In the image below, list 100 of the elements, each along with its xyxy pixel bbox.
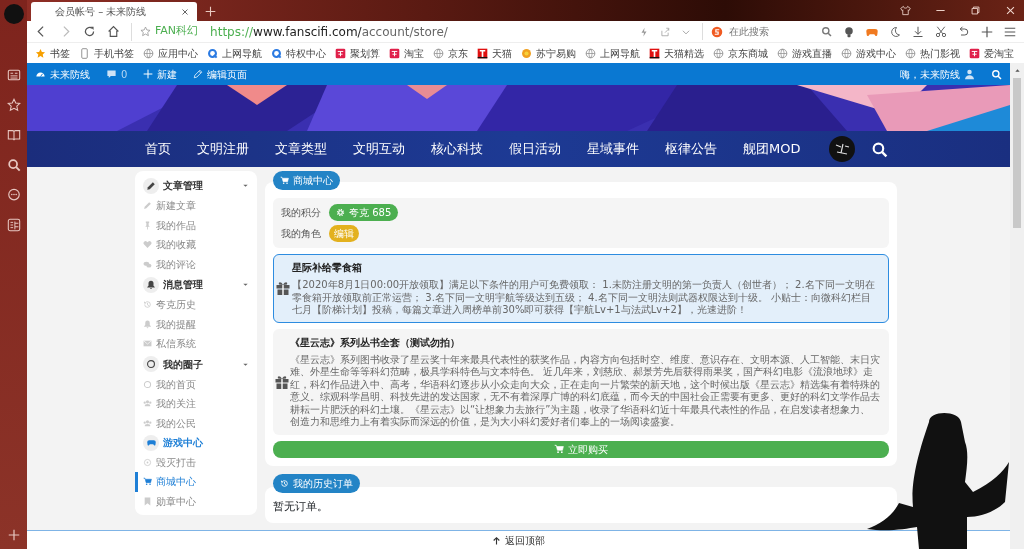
new-tab-icon[interactable] [205,6,216,17]
nav-link[interactable]: 枢律公告 [652,139,730,159]
history-icon [143,300,152,310]
bookmark[interactable]: 上网导航 [207,45,262,61]
users-icon [143,418,152,428]
bookmark[interactable]: 游戏直播 [777,45,832,61]
sidebar-group[interactable]: 文章管理 [143,175,249,196]
sidebar-item[interactable]: 毁灭打击 [135,452,249,472]
refresh-icon[interactable] [83,25,96,38]
shop-icon [335,47,346,59]
globe-icon [143,47,154,59]
sidebar-item[interactable]: 商城中心 [135,472,249,492]
nav-link[interactable]: 文明互动 [340,139,418,159]
new-link[interactable]: 新建 [143,66,178,82]
logo-icon[interactable] [829,136,856,162]
sidebar-item[interactable]: 私信系统 [135,334,249,354]
bookmark[interactable]: 京东商城 [713,45,768,61]
search-icon [207,47,218,59]
bulb-icon[interactable] [843,25,855,38]
account-link[interactable]: 嗨，未来防线 [900,66,975,82]
edit-page-link[interactable]: 编辑页面 [193,66,248,82]
star-icon[interactable] [140,26,151,37]
moon-icon[interactable] [889,25,901,38]
bookmark[interactable]: 京东 [433,45,468,61]
sidebar-item[interactable]: 我的提醒 [135,314,249,334]
sidebar-item[interactable]: 我的作品 [135,215,249,235]
search-icon[interactable] [871,140,889,158]
bookmark[interactable]: 爱淘宝 [969,45,1014,61]
sidebar-item[interactable]: 我的收藏 [135,235,249,255]
globe-icon [777,47,788,59]
points-badge: 夸克 685 [329,204,399,221]
sidebar-item[interactable]: 我的关注 [135,394,249,414]
flower-icon [521,47,532,59]
home-icon[interactable] [107,25,120,38]
target-icon [143,457,152,467]
nav-link[interactable]: 核心科技 [418,139,496,159]
sidebar-item[interactable]: 我的公民 [135,413,249,433]
nav-link[interactable]: 假日活动 [496,139,574,159]
add-icon[interactable] [981,25,993,38]
restore-icon[interactable] [970,5,981,16]
star-icon[interactable] [6,98,21,112]
nav-link[interactable]: 文章类型 [262,139,340,159]
bookmark[interactable]: 天猫精选 [649,45,704,61]
sidebar-item[interactable]: 夸克历史 [135,295,249,315]
bookmark[interactable]: 手机书签 [79,45,134,61]
globe-icon [433,47,444,59]
sidebar-item[interactable]: 新建文章 [135,196,249,216]
sidebar-group[interactable]: 我的圈子 [143,353,249,375]
scissors-icon[interactable] [935,25,947,38]
globe-icon [713,47,724,59]
bookmark[interactable]: 聚划算 [335,45,380,61]
sidebar-group[interactable]: 消息管理 [143,274,249,295]
sidebar-item[interactable]: 我的首页 [135,374,249,394]
search-engine-icon[interactable] [711,25,723,38]
sidebar-item[interactable]: 勋章中心 [135,491,249,511]
bookmark[interactable]: 上网导航 [585,45,640,61]
book-icon[interactable] [6,128,21,142]
heart-icon [143,240,152,250]
shop-icon [389,47,400,59]
scrollbar-thumb[interactable] [1013,78,1021,228]
lightning-icon[interactable] [639,26,649,37]
nav-link[interactable]: 文明注册 [184,139,262,159]
download-icon[interactable] [912,25,924,38]
globe-icon [585,47,596,59]
arrow-up-icon [492,535,501,545]
nav-link[interactable]: 首页 [132,139,184,159]
browser-tab[interactable]: 会员帐号 – 未来防线 [31,2,197,21]
sidebar-item[interactable]: 游戏中心 [135,433,249,453]
bookmark-icon [143,496,152,506]
bookmark[interactable]: 热门影视 [905,45,960,61]
undo-icon[interactable] [958,25,970,38]
users-icon [143,399,152,409]
role-label: 我的角色 [281,227,321,241]
site-label: FAN科幻 [155,23,199,40]
bookmark[interactable]: 游戏中心 [841,45,896,61]
nav-link[interactable]: 星域事件 [574,139,652,159]
sidebar-item[interactable]: 我的评论 [135,254,249,274]
plus-icon [143,69,154,79]
back-to-top-link[interactable]: 返回顶部 [27,530,1010,549]
caret-icon [242,182,249,189]
circle-icon [146,359,156,369]
menu-icon[interactable] [1004,25,1016,38]
bookmark[interactable]: 苏宁易购 [521,45,576,61]
skin-icon[interactable] [900,5,911,16]
bookmark[interactable]: 淘宝 [389,45,424,61]
bookmark[interactable]: 特权中心 [271,45,326,61]
document-icon[interactable] [6,218,21,232]
nav-link[interactable]: 舰团MOD [730,139,814,159]
news-icon[interactable] [6,68,21,82]
product-card[interactable] [273,328,889,435]
site-link[interactable]: 未来防线 [35,66,90,82]
bookmark[interactable]: 天猫 [477,45,512,61]
chat-icon[interactable] [6,188,21,202]
bookmark[interactable]: 书签 [35,45,70,61]
close-icon[interactable] [181,7,189,16]
bookmark[interactable]: 应用中心 [143,45,198,61]
address-field[interactable]: https://www.fanscifi.com/account/store/ [210,22,448,41]
shop-icon [477,47,488,59]
product-card[interactable]: 星际补给零食箱 【2020年8月1日00:00开放领取】满足以下条件的用户可免费领取： 1.未防注册文明的第一负责人（创世者）； 2.名下同一文明在零食箱开放领取前正常运营； 3.名下同一文明宇航等级达到五级； 4.名下同一文明法则武器权限达到十级。 小贴士：向微科幻栏目七月【阶梯计划】投稿，每篇文章进入周榜单前30%即可获得【宇航Lv+1与法武Lv+2】，光速进阶！ [273,254,889,323]
search-icon[interactable] [6,158,21,172]
